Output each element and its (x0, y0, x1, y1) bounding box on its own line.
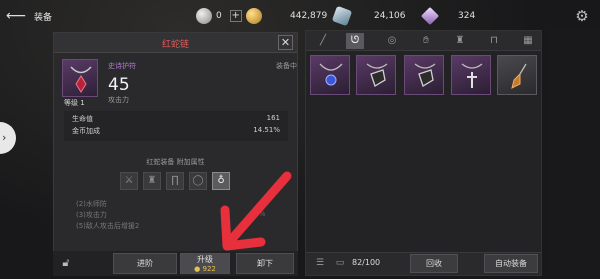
stat-value: 161 (266, 114, 280, 122)
bonus-line: (3)攻击力 (76, 211, 107, 219)
detail-header: 红蛇链 ✕ (54, 33, 297, 53)
upgrade-cost: ● 922 (194, 265, 216, 273)
necklace-icon[interactable]: ᘎ (346, 33, 364, 49)
ring-icon[interactable]: ◯ (189, 172, 207, 190)
inventory-item[interactable] (404, 55, 444, 95)
equipped-tag: 装备中 (276, 62, 297, 70)
shield-pendant-icon (414, 63, 436, 87)
auto-equip-button[interactable]: 自动装备 (484, 254, 538, 273)
item-level: 等级 1 (64, 99, 85, 107)
gold-resource: 442,879 (246, 7, 327, 25)
item-type: 史诗护符 (108, 62, 136, 70)
item-name: 红蛇链 (161, 40, 189, 50)
page-title: 装备 (34, 13, 53, 23)
lock-icon[interactable]: 🔓︎ (58, 255, 74, 271)
inventory-item[interactable] (356, 55, 396, 95)
ring-icon[interactable]: ◎ (383, 33, 401, 49)
right-rail (546, 30, 600, 276)
sort-icon[interactable]: ☰ (313, 256, 327, 270)
glove-icon[interactable]: ✋︎ (417, 33, 435, 49)
bonus-line: (5)敌人攻击后增援2 (76, 222, 140, 230)
boots-icon[interactable]: ⊓ (485, 33, 503, 49)
inventory-item[interactable] (310, 55, 350, 95)
stat-value: 14.51% (253, 126, 280, 134)
chevron-right-icon: › (2, 131, 7, 144)
set-bonus-title: 红蛇装备 附加属性 (146, 158, 205, 166)
blue-gem-necklace-icon (319, 63, 343, 86)
top-bar: ⟵ 装备 0 + 442,879 24,106 324 ⚙ (0, 0, 600, 30)
armor-icon[interactable]: ♜ (451, 33, 469, 49)
stat-name: 生命值 (72, 115, 93, 123)
back-arrow-icon[interactable]: ⟵ (6, 8, 28, 24)
advance-button[interactable]: 进阶 (113, 253, 177, 274)
stat-row: 生命值 161 (72, 114, 280, 124)
item-power-label: 攻击力 (108, 96, 129, 104)
red-serpent-necklace-icon (70, 66, 92, 93)
inventory-capacity: 82/100 (352, 258, 381, 267)
grid-icon[interactable]: ▦ (519, 33, 537, 49)
bonus-line: (2)水师防 (76, 200, 107, 208)
bag-icon: ▭ (335, 258, 345, 268)
silver-resource: 0 + (196, 7, 242, 25)
inventory-item[interactable] (497, 55, 537, 95)
gold-coin-icon (246, 8, 262, 24)
crystal-icon (331, 5, 353, 27)
stat-name: 金币加成 (72, 127, 100, 135)
inventory-item[interactable] (451, 55, 491, 95)
recycle-button[interactable]: 回收 (410, 254, 458, 273)
close-icon[interactable]: ✕ (278, 35, 293, 50)
sword-icon[interactable]: ╱ (314, 33, 332, 49)
stats-box: 生命值 161 金币加成 14.51% (64, 111, 288, 141)
chestplate-icon[interactable]: ♜ (143, 172, 161, 190)
annotation-arrow (220, 171, 292, 251)
set-slot-row: ⚔ ♜ ∏ ◯ ♁ (120, 172, 230, 190)
item-power-value: 45 (108, 75, 130, 95)
add-silver-button[interactable]: + (229, 10, 242, 22)
shield-pendant-icon (366, 63, 388, 87)
item-portrait (62, 59, 98, 97)
gem-resource: 324 (420, 6, 475, 26)
crystal-resource: 24,106 (331, 5, 406, 27)
leggings-icon[interactable]: ∏ (166, 172, 184, 190)
sword-icon[interactable]: ⚔ (120, 172, 138, 190)
cross-pendant-icon (461, 63, 483, 88)
stat-row: 金币加成 14.51% (72, 126, 280, 136)
gear-icon[interactable]: ⚙ (574, 8, 590, 24)
amber-pendant-icon (511, 63, 527, 89)
silver-coin-icon (196, 8, 212, 24)
gem-icon (420, 6, 440, 26)
